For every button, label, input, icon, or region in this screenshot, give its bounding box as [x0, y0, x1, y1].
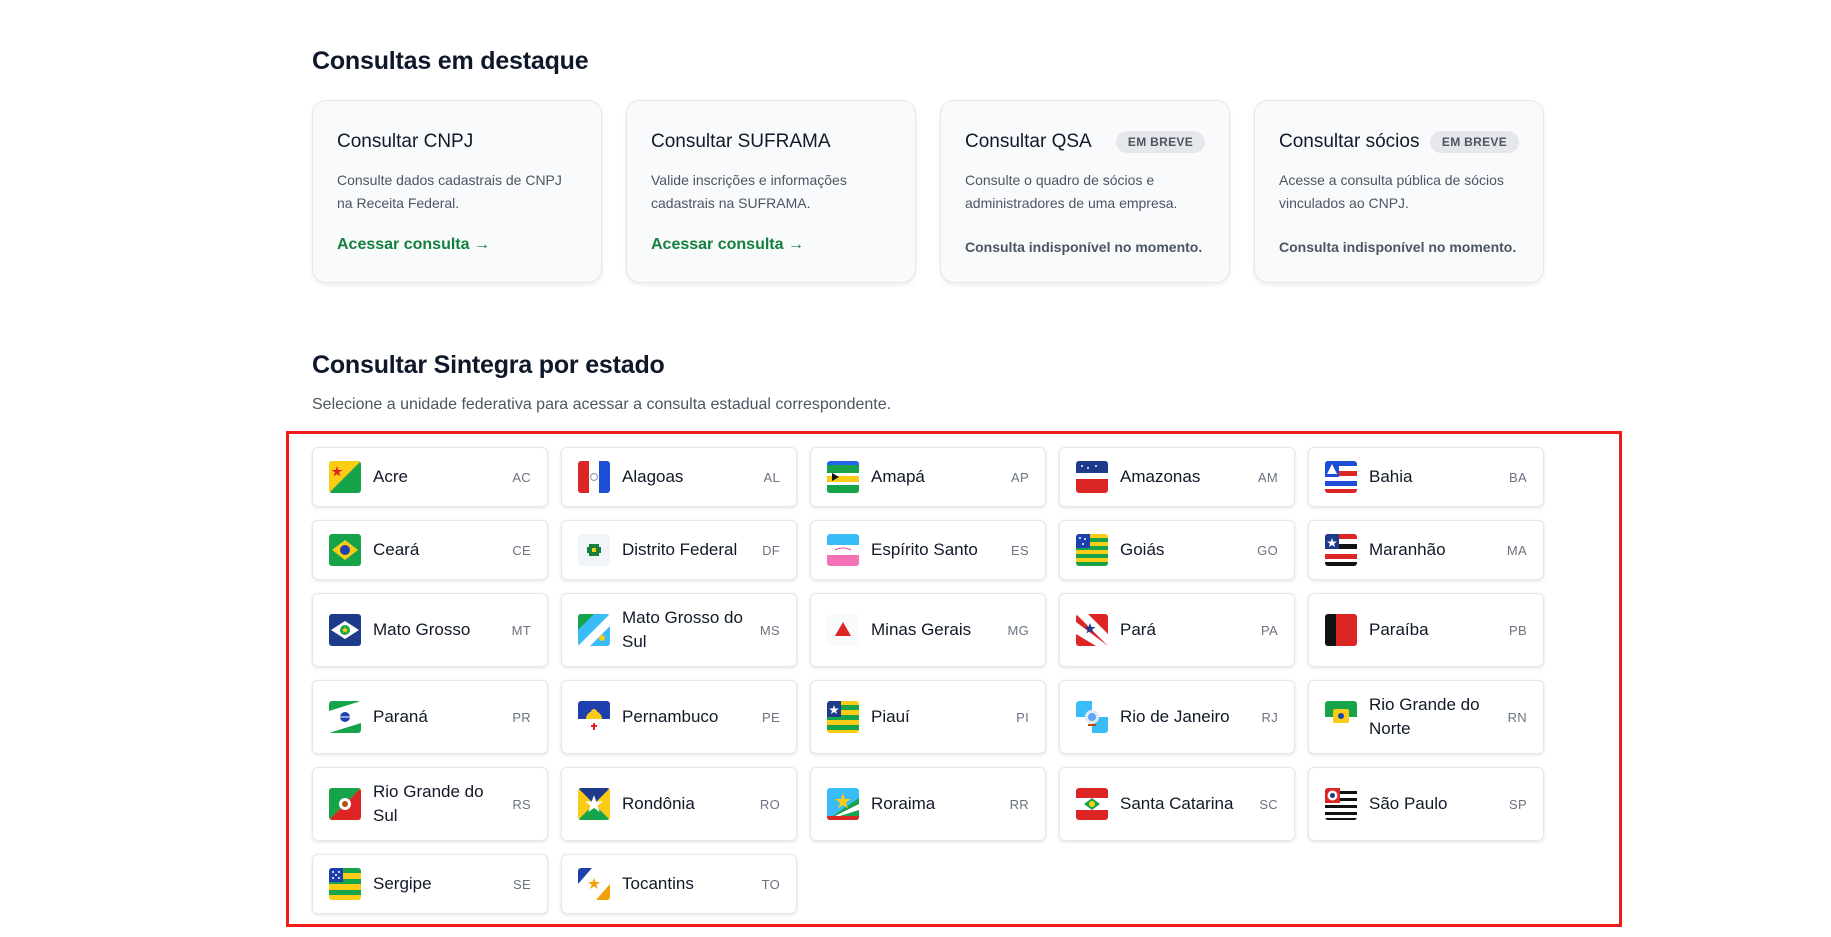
unavailable-status: Consulta indisponível no momento. — [965, 239, 1203, 255]
access-link[interactable]: Acessar consulta → — [651, 236, 804, 254]
card-consultar-suframa[interactable]: Consultar SUFRAMA Valide inscrições e in… — [626, 100, 916, 283]
card-title: Consultar sócios — [1279, 131, 1420, 152]
coming-soon-badge: EM BREVE — [1429, 131, 1519, 153]
card-title: Consultar CNPJ — [337, 131, 474, 152]
sintegra-section-title: Consultar Sintegra por estado — [312, 351, 665, 379]
unavailable-status: Consulta indisponível no momento. — [1279, 239, 1517, 255]
card-consultar-socios: Consultar sócios EM BREVE Acesse a consu… — [1254, 100, 1544, 283]
coming-soon-badge: EM BREVE — [1115, 131, 1205, 153]
card-description: Consulte dados cadastrais de CNPJ na Rec… — [337, 172, 562, 211]
card-title: Consultar SUFRAMA — [651, 131, 831, 152]
card-description: Valide inscrições e informações cadastra… — [651, 172, 847, 211]
featured-section-title: Consultas em destaque — [312, 47, 589, 75]
card-consultar-cnpj[interactable]: Consultar CNPJ Consulte dados cadastrais… — [312, 100, 602, 283]
card-description: Consulte o quadro de sócios e administra… — [965, 172, 1178, 211]
highlight-box — [286, 431, 1622, 927]
access-link[interactable]: Acessar consulta → — [337, 236, 490, 254]
featured-cards: Consultar CNPJ Consulte dados cadastrais… — [312, 100, 1544, 283]
sintegra-subtitle: Selecione a unidade federativa para aces… — [312, 396, 892, 413]
card-consultar-qsa: Consultar QSA EM BREVE Consulte o quadro… — [940, 100, 1230, 283]
card-title: Consultar QSA — [965, 131, 1092, 152]
card-description: Acesse a consulta pública de sócios vinc… — [1279, 172, 1504, 211]
